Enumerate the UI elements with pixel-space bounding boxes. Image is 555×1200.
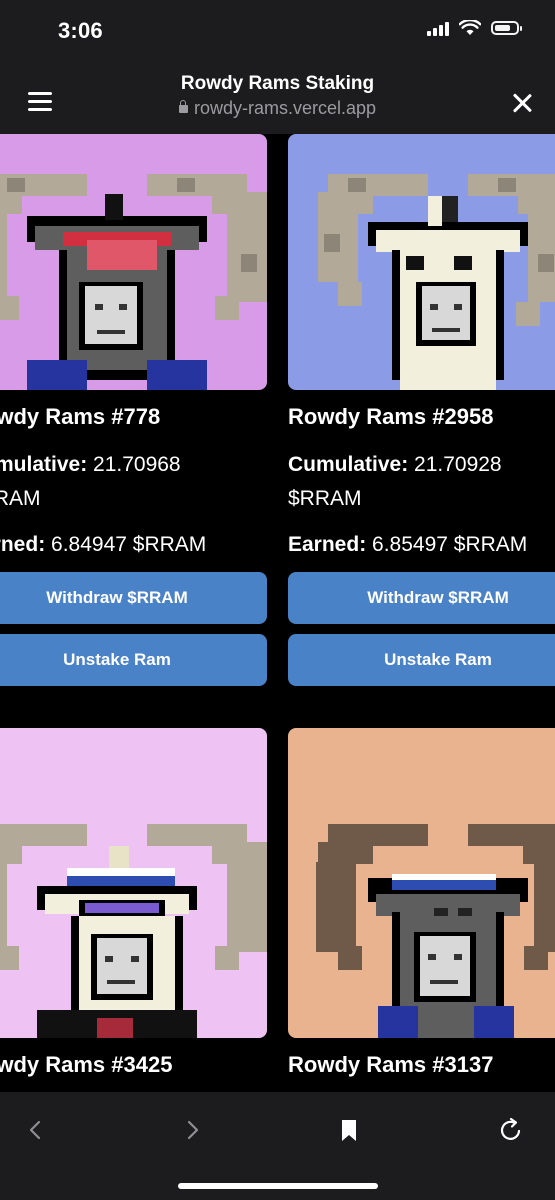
ram-pixel-art — [288, 728, 555, 1038]
ram-title: Rowdy Rams #2958 — [288, 404, 494, 429]
cumulative-stat: Cumulative: 21.70968 $RRAM — [0, 448, 181, 516]
status-icons — [427, 20, 522, 36]
forward-icon[interactable] — [178, 1116, 206, 1144]
withdraw-button[interactable]: Withdraw $RRAM — [0, 572, 267, 624]
browser-header: Rowdy Rams Staking rowdy-rams.vercel.app — [0, 62, 555, 134]
lock-icon — [178, 100, 188, 113]
cumulative-unit: $RRAM — [0, 487, 41, 510]
earned-stat: Earned: 6.84947 $RRAM — [0, 528, 206, 562]
ram-nft-image — [0, 134, 267, 390]
back-icon[interactable] — [22, 1116, 50, 1144]
unstake-button[interactable]: Unstake Ram — [0, 634, 267, 686]
reload-icon[interactable] — [497, 1116, 525, 1144]
bookmark-icon[interactable] — [335, 1116, 363, 1144]
status-time: 3:06 — [58, 18, 103, 43]
cumulative-unit: $RRAM — [288, 487, 362, 510]
ram-nft-image — [0, 728, 267, 1038]
cellular-signal-icon — [427, 20, 449, 36]
unstake-button[interactable]: Unstake Ram — [288, 634, 555, 686]
ram-title: Rowdy Rams #3425 — [0, 1052, 173, 1077]
ram-pixel-art — [288, 134, 555, 390]
close-icon[interactable] — [511, 92, 533, 114]
ram-pixel-art — [0, 134, 267, 390]
cumulative-label: Cumulative: — [288, 453, 409, 476]
ram-nft-image — [288, 134, 555, 390]
cumulative-stat: Cumulative: 21.70928 $RRAM — [288, 448, 502, 516]
ram-nft-image — [288, 728, 555, 1038]
wifi-icon — [459, 20, 481, 35]
cumulative-value: 21.70968 — [87, 453, 181, 476]
page-title: Rowdy Rams Staking — [180, 73, 375, 94]
ram-title: Rowdy Rams #3137 — [288, 1052, 494, 1077]
withdraw-button[interactable]: Withdraw $RRAM — [288, 572, 555, 624]
url-display[interactable]: rowdy-rams.vercel.app — [0, 98, 555, 119]
staked-rams-grid[interactable]: Rowdy Rams #778 Cumulative: 21.70968 $RR… — [0, 134, 555, 1092]
cumulative-label: Cumulative: — [0, 453, 88, 476]
url-text: rowdy-rams.vercel.app — [193, 98, 377, 118]
earned-stat: Earned: 6.85497 $RRAM — [288, 528, 527, 562]
earned-label: Earned: — [0, 533, 46, 556]
ram-pixel-art — [0, 728, 267, 1038]
earned-value: 6.84947 $RRAM — [45, 533, 207, 556]
earned-value: 6.85497 $RRAM — [366, 533, 528, 556]
battery-icon — [491, 21, 522, 35]
ram-title: Rowdy Rams #778 — [0, 404, 161, 429]
status-bar: 3:06 — [0, 0, 555, 62]
cumulative-value: 21.70928 — [408, 453, 502, 476]
earned-label: Earned: — [288, 533, 367, 556]
home-indicator[interactable] — [178, 1183, 378, 1189]
